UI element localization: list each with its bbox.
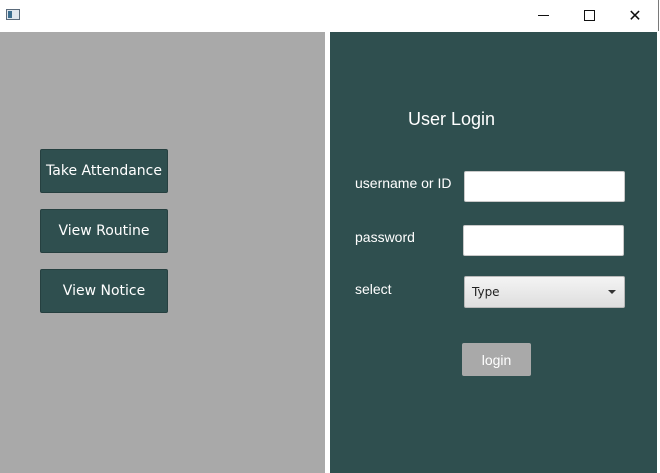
chevron-down-icon xyxy=(608,290,616,294)
close-icon: ✕ xyxy=(628,7,642,25)
select-label: select xyxy=(355,281,392,297)
close-button[interactable]: ✕ xyxy=(612,0,658,31)
app-window-icon xyxy=(6,9,20,20)
take-attendance-button[interactable]: Take Attendance xyxy=(40,149,168,193)
view-routine-button[interactable]: View Routine xyxy=(40,209,168,253)
maximize-icon xyxy=(583,10,595,21)
type-select-value: Type xyxy=(472,285,500,299)
minimize-icon xyxy=(537,15,549,16)
password-field[interactable] xyxy=(463,225,624,256)
password-label: password xyxy=(355,229,415,245)
type-select[interactable]: Type xyxy=(464,276,625,308)
view-notice-button[interactable]: View Notice xyxy=(40,269,168,313)
menu-panel: Take Attendance View Routine View Notice xyxy=(0,32,325,473)
username-field[interactable] xyxy=(464,171,625,202)
window-title-bar: ✕ xyxy=(0,0,659,31)
minimize-button[interactable] xyxy=(520,0,566,31)
login-button[interactable]: login xyxy=(462,343,531,376)
login-title: User Login xyxy=(408,109,496,129)
username-label: username or ID xyxy=(355,175,452,191)
maximize-button[interactable] xyxy=(566,0,612,31)
login-panel: User Login username or ID password selec… xyxy=(330,32,657,473)
